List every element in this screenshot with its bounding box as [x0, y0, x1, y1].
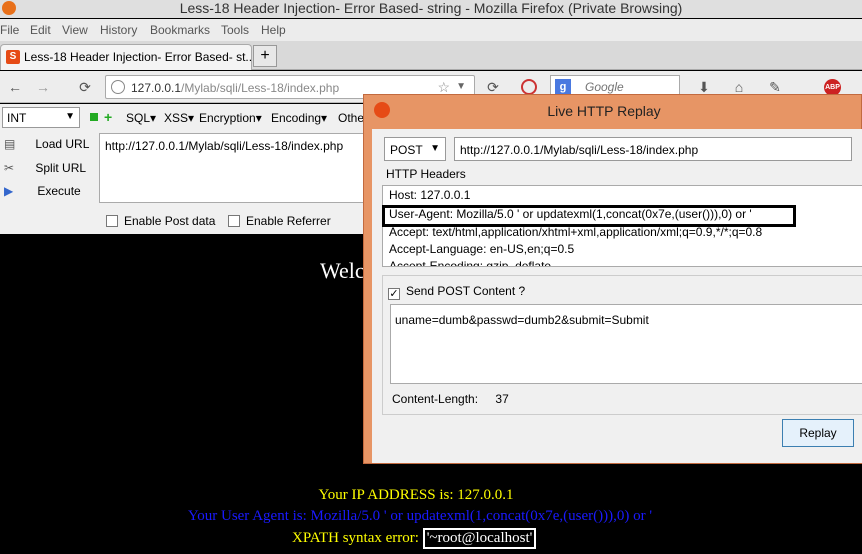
hackbar-panel: ▤ Load URL ✂ Split URL ▶ Execute http://… — [0, 131, 370, 234]
request-url-input[interactable]: http://127.0.0.1/Mylab/sqli/Less-18/inde… — [454, 137, 852, 161]
reload-page-icon[interactable]: ⟳ — [76, 78, 94, 96]
split-url-label: Split URL — [35, 161, 87, 175]
split-url-icon: ✂ — [4, 161, 15, 175]
post-body-value: uname=dumb&passwd=dumb2&submit=Submit — [395, 313, 649, 327]
enable-referrer-checkbox[interactable]: Enable Referrer — [228, 214, 331, 228]
menu-edit[interactable]: Edit — [30, 23, 51, 37]
live-http-replay-dialog: Live HTTP Replay POST ▼ http://127.0.0.1… — [363, 94, 862, 464]
menu-bar: File Edit View History Bookmarks Tools H… — [0, 19, 862, 41]
hackbar-menu-sql[interactable]: SQL▾ — [126, 111, 156, 125]
request-url-value: http://127.0.0.1/Mylab/sqli/Less-18/inde… — [460, 143, 699, 157]
hackbar-url-value: http://127.0.0.1/Mylab/sqli/Less-18/inde… — [105, 139, 344, 153]
user-agent-highlight-box — [382, 205, 796, 227]
menu-help[interactable]: Help — [261, 23, 286, 37]
plus-icon[interactable]: + — [104, 109, 112, 125]
xpath-error-line: XPATH syntax error: '~root@localhost' — [292, 528, 537, 549]
header-line: Accept: text/html,application/xhtml+xml,… — [389, 225, 763, 239]
execute-button[interactable]: ▶ Execute — [4, 184, 81, 198]
ip-address-text: Your IP ADDRESS is: 127.0.0.1 — [318, 487, 514, 503]
no-script-icon[interactable] — [521, 79, 537, 95]
hackbar-menu-encryption[interactable]: Encryption▾ — [199, 111, 262, 125]
window-titlebar: Less-18 Header Injection- Error Based- s… — [0, 0, 862, 38]
checkbox-checked-icon[interactable]: ✓ — [388, 288, 400, 300]
user-agent-text: Your User Agent is: Mozilla/5.0 ' or upd… — [187, 508, 653, 524]
url-dropdown-icon[interactable]: ▼ — [456, 81, 466, 92]
hackbar-type-select[interactable]: INT ▼ — [2, 107, 80, 128]
dialog-title: Live HTTP Replay — [547, 103, 661, 119]
chevron-down-icon: ▼ — [65, 111, 75, 122]
tab-label: Less-18 Header Injection- Error Based- s… — [24, 50, 256, 64]
hackbar-toolbar: INT ▼ + SQL▾ XSS▾ Encryption▾ Encoding▾ … — [0, 104, 370, 131]
method-select[interactable]: POST ▼ — [384, 137, 446, 161]
enable-post-data-checkbox[interactable]: Enable Post data — [106, 214, 215, 228]
menu-view[interactable]: View — [62, 23, 88, 37]
send-post-checkbox[interactable]: ✓ Send POST Content ? — [388, 284, 525, 300]
content-length: Content-Length: 37 — [392, 392, 509, 406]
checkbox-box[interactable] — [106, 215, 118, 227]
tab-favicon-icon: S — [6, 50, 20, 64]
chevron-down-icon: ▼ — [430, 143, 440, 154]
execute-icon: ▶ — [4, 184, 14, 198]
hackbar-menu-encoding[interactable]: Encoding▾ — [271, 111, 327, 125]
minus-icon[interactable] — [90, 113, 98, 121]
new-tab-button[interactable]: + — [253, 45, 277, 67]
hackbar-menu-xss[interactable]: XSS▾ — [164, 111, 194, 125]
hackbar-select-value: INT — [7, 111, 27, 125]
split-url-button[interactable]: ✂ Split URL — [4, 161, 86, 175]
site-info-icon[interactable] — [111, 80, 125, 94]
search-input[interactable] — [585, 80, 675, 94]
forward-icon[interactable]: → — [34, 78, 52, 96]
dialog-body: POST ▼ http://127.0.0.1/Mylab/sqli/Less-… — [372, 129, 862, 463]
menu-file[interactable]: File — [0, 23, 19, 37]
load-url-icon: ▤ — [4, 137, 16, 151]
url-text: 127.0.0.1/Mylab/sqli/Less-18/index.php — [131, 81, 340, 95]
replay-button[interactable]: Replay — [782, 419, 854, 447]
xpath-error-prefix: XPATH syntax error: — [292, 530, 419, 546]
checkbox-box[interactable] — [228, 215, 240, 227]
method-value: POST — [390, 143, 423, 157]
http-headers-label: HTTP Headers — [386, 167, 466, 181]
enable-referrer-label: Enable Referrer — [246, 214, 331, 228]
window-title: Less-18 Header Injection- Error Based- s… — [179, 0, 683, 16]
load-url-button[interactable]: ▤ Load URL — [4, 137, 89, 151]
menu-bookmarks[interactable]: Bookmarks — [150, 23, 210, 37]
send-post-label: Send POST Content ? — [406, 284, 526, 298]
tab-less-18[interactable]: S Less-18 Header Injection- Error Based-… — [0, 44, 256, 70]
hackbar-menu-other[interactable]: Othe — [338, 111, 364, 125]
menu-history[interactable]: History — [100, 23, 137, 37]
content-length-label: Content-Length: — [392, 392, 479, 406]
post-body-textarea[interactable]: uname=dumb&passwd=dumb2&submit=Submit — [390, 304, 862, 384]
google-engine-icon[interactable]: g — [555, 79, 571, 95]
execute-label: Execute — [37, 184, 81, 198]
tab-strip: S Less-18 Header Injection- Error Based-… — [0, 41, 862, 70]
menu-tools[interactable]: Tools — [221, 23, 249, 37]
load-url-label: Load URL — [35, 137, 90, 151]
header-line: Host: 127.0.0.1 — [389, 188, 471, 202]
header-line: Accept-Language: en-US,en;q=0.5 — [389, 242, 575, 256]
content-length-value: 37 — [495, 392, 509, 406]
hackbar-url-textarea[interactable]: http://127.0.0.1/Mylab/sqli/Less-18/inde… — [99, 133, 370, 203]
enable-post-label: Enable Post data — [124, 214, 216, 228]
xpath-error-value: '~root@localhost' — [422, 528, 537, 549]
header-line: Accept-Encoding: gzip, deflate — [389, 259, 552, 267]
back-icon[interactable]: ← — [6, 78, 24, 96]
